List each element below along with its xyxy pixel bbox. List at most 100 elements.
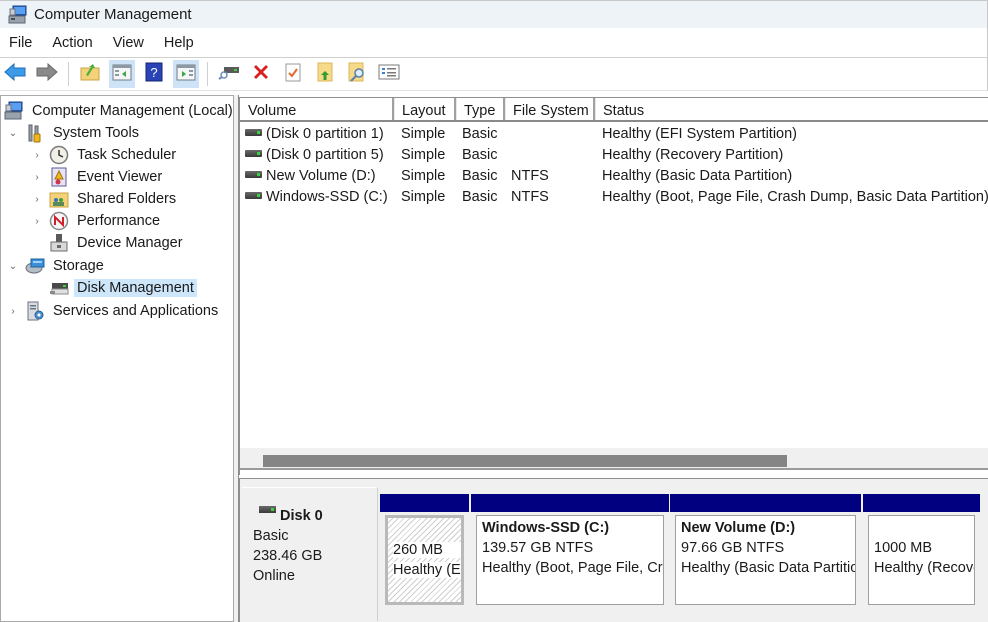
delete-button[interactable]: [248, 60, 274, 88]
disk-name: Disk 0: [280, 508, 323, 524]
tree-item-disk-management[interactable]: Disk Management: [49, 277, 197, 299]
partition-title: New Volume (D:): [681, 520, 796, 536]
chevron-right-icon[interactable]: ›: [31, 172, 43, 183]
help-icon: ?: [145, 62, 163, 86]
tree-item-services-and-applications[interactable]: › Services and Applications: [7, 300, 221, 322]
volume-drive-icon: [245, 170, 262, 178]
toolbar: ?: [0, 58, 988, 91]
properties-button[interactable]: [280, 60, 306, 88]
computer-management-icon: [4, 101, 24, 121]
disk-type: Basic: [253, 528, 289, 544]
performance-gauge-icon: [49, 211, 69, 231]
computer-management-icon: [8, 5, 28, 25]
partition-recovery[interactable]: 1000 MB Healthy (Recovery Partition): [863, 494, 980, 608]
scrollbar-thumb[interactable]: [263, 455, 787, 467]
disk-0-label[interactable]: Disk 0 Basic 238.46 GB Online: [242, 487, 378, 621]
tree-label: Task Scheduler: [77, 147, 177, 163]
list-options-button[interactable]: [376, 60, 402, 88]
tree-root-computer-management[interactable]: Computer Management (Local): [4, 100, 236, 122]
tree-item-system-tools[interactable]: ⌄ System Tools: [7, 122, 142, 144]
partition-size: 260 MB: [393, 542, 461, 558]
cell-volume: (Disk 0 partition 5): [245, 145, 395, 166]
show-hide-action-pane-button[interactable]: [173, 60, 199, 88]
window-title: Computer Management: [34, 6, 192, 23]
svg-text:?: ?: [150, 65, 157, 80]
table-row[interactable]: (Disk 0 partition 5) Simple Basic Health…: [240, 145, 988, 166]
menu-action[interactable]: Action: [42, 35, 102, 51]
partition-body: Windows-SSD (C:) 139.57 GB NTFS Healthy …: [476, 515, 664, 605]
volume-list: Volume Layout Type File System Status (D…: [239, 97, 988, 475]
horizontal-scrollbar[interactable]: [240, 448, 988, 470]
tree-item-shared-folders[interactable]: › Shared Folders: [31, 188, 179, 210]
back-arrow-icon: [4, 62, 26, 85]
partition-efi[interactable]: 260 MB Healthy (EFI System Partition): [380, 494, 469, 608]
toolbar-separator: [207, 62, 208, 86]
tree-item-task-scheduler[interactable]: › Task Scheduler: [31, 144, 179, 166]
console-tree: Computer Management (Local) ⌄ System Too…: [0, 95, 234, 622]
column-header-volume[interactable]: Volume: [240, 98, 394, 120]
cell-layout: Simple: [401, 126, 446, 142]
table-row[interactable]: New Volume (D:) Simple Basic NTFS Health…: [240, 166, 988, 187]
tree-label: Device Manager: [77, 235, 183, 251]
tree-label: Storage: [53, 258, 104, 274]
column-header-type[interactable]: Type: [456, 98, 505, 120]
cell-type: Basic: [462, 126, 498, 142]
help-button[interactable]: ?: [141, 60, 167, 88]
clock-icon: [49, 145, 69, 165]
menu-file[interactable]: File: [0, 35, 42, 51]
table-row[interactable]: (Disk 0 partition 1) Simple Basic Health…: [240, 124, 988, 145]
back-button[interactable]: [2, 60, 28, 88]
tree-label: Disk Management: [74, 279, 197, 297]
cell-volume: Windows-SSD (C:): [245, 187, 395, 208]
storage-icon: [25, 256, 45, 276]
disk-management-icon: [49, 278, 69, 298]
services-icon: [25, 301, 45, 321]
tree-item-event-viewer[interactable]: › Event Viewer: [31, 166, 165, 188]
partition-color-bar: [471, 494, 669, 512]
search-folder-icon: [348, 62, 366, 86]
chevron-right-icon[interactable]: ›: [31, 194, 43, 205]
export-list-button[interactable]: [312, 60, 338, 88]
menu-bar: File Action View Help: [0, 28, 988, 58]
up-folder-icon: [80, 63, 100, 85]
partition-status: Healthy (Recovery Partition): [874, 560, 974, 576]
column-header-status[interactable]: Status: [595, 98, 988, 120]
show-hide-console-tree-button[interactable]: [109, 60, 135, 88]
menu-view[interactable]: View: [103, 35, 154, 51]
tree-label: Shared Folders: [77, 191, 177, 207]
tree-label: Performance: [77, 213, 161, 229]
menu-help[interactable]: Help: [154, 35, 204, 51]
chevron-right-icon[interactable]: ›: [31, 216, 43, 227]
chevron-down-icon[interactable]: ⌄: [7, 261, 19, 272]
tree-item-storage[interactable]: ⌄ Storage: [7, 255, 107, 277]
table-row[interactable]: Windows-SSD (C:) Simple Basic NTFS Healt…: [240, 187, 988, 208]
disk-size: 238.46 GB: [253, 548, 323, 564]
partition-windows-ssd-c[interactable]: Windows-SSD (C:) 139.57 GB NTFS Healthy …: [471, 494, 669, 608]
cell-volume: New Volume (D:): [245, 166, 395, 187]
partition-new-volume-d[interactable]: New Volume (D:) 97.66 GB NTFS Healthy (B…: [670, 494, 861, 608]
cell-file-system: NTFS: [511, 189, 549, 205]
cell-layout: Simple: [401, 189, 446, 205]
column-header-layout[interactable]: Layout: [394, 98, 456, 120]
cell-status: Healthy (Recovery Partition): [602, 147, 784, 163]
tree-item-device-manager[interactable]: Device Manager: [49, 232, 186, 254]
tree-item-performance[interactable]: › Performance: [31, 210, 163, 232]
partition-title: Windows-SSD (C:): [482, 520, 610, 536]
chevron-right-icon[interactable]: ›: [7, 306, 19, 317]
find-button[interactable]: [344, 60, 370, 88]
column-header-file-system[interactable]: File System: [505, 98, 595, 120]
system-tools-icon: [25, 123, 45, 143]
partition-size: 139.57 GB NTFS: [482, 540, 594, 556]
up-one-level-button[interactable]: [77, 60, 103, 88]
volume-drive-icon: [245, 149, 262, 157]
forward-button[interactable]: [34, 60, 60, 88]
chevron-down-icon[interactable]: ⌄: [7, 128, 19, 139]
chevron-right-icon[interactable]: ›: [31, 150, 43, 161]
cell-layout: Simple: [401, 147, 446, 163]
event-viewer-icon: [49, 167, 69, 187]
cell-layout: Simple: [401, 168, 446, 184]
connect-virtual-disk-button[interactable]: [216, 60, 242, 88]
forward-arrow-icon: [36, 62, 58, 85]
toolbar-separator: [68, 62, 69, 86]
title-bar: Computer Management: [0, 0, 988, 28]
